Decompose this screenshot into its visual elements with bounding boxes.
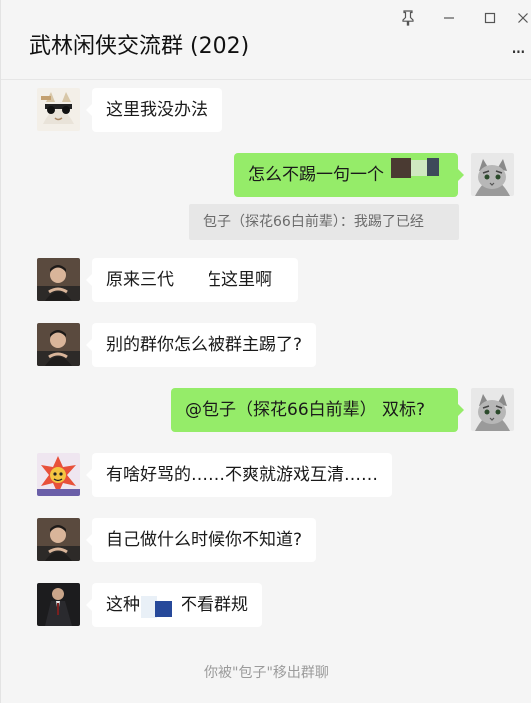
message-text-tail: 在这里啊 bbox=[204, 270, 272, 290]
message-bubble[interactable]: 有啥好骂的……不爽就游戏互清…… bbox=[86, 453, 392, 497]
message-text: 原来三代 bbox=[106, 270, 174, 290]
avatar-man[interactable] bbox=[37, 258, 80, 301]
pin-icon[interactable] bbox=[398, 8, 418, 28]
message-bubble[interactable]: 这里我没办法 bbox=[86, 88, 222, 132]
redacted-mosaic bbox=[391, 158, 411, 178]
message-text-tail: 不看群规 bbox=[180, 595, 248, 615]
quoted-message[interactable]: 包子（探花66白前辈）：我踢了已经 bbox=[189, 204, 459, 240]
minimize-icon[interactable] bbox=[439, 8, 459, 28]
avatar-cat-self[interactable] bbox=[471, 388, 514, 431]
message-bubble[interactable]: 别的群你怎么被群主踢了? bbox=[85, 323, 317, 367]
group-title: 武林闲侠交流群 (202) bbox=[29, 34, 250, 59]
chat-header: 武林闲侠交流群 (202) ··· bbox=[1, 0, 531, 80]
avatar-cat-self[interactable] bbox=[471, 153, 514, 196]
redacted-mosaic bbox=[155, 601, 172, 617]
message-text: 这种 bbox=[106, 595, 140, 615]
redacted-mosaic bbox=[177, 266, 209, 294]
redacted-mosaic bbox=[427, 158, 439, 176]
avatar-cartoon[interactable] bbox=[37, 453, 80, 496]
avatar-man[interactable] bbox=[37, 323, 80, 366]
message-bubble[interactable]: 自己做什么时候你不知道? bbox=[85, 518, 317, 562]
avatar-cat-sunglasses[interactable] bbox=[37, 88, 80, 131]
redacted-mosaic bbox=[172, 596, 182, 618]
system-notice: 你被"包子"移出群聊 bbox=[204, 665, 329, 681]
more-icon[interactable]: ··· bbox=[511, 40, 526, 64]
message-bubble-outgoing[interactable]: @包子（探花66白前辈） 双标? bbox=[171, 388, 464, 432]
avatar-suit[interactable] bbox=[37, 583, 80, 626]
message-text: 怎么不踢一句一个 bbox=[248, 165, 384, 185]
chat-window: 武林闲侠交流群 (202) ··· 这里我没办法 怎么不踢一句一个 包子（探花6… bbox=[0, 0, 531, 703]
avatar-man[interactable] bbox=[37, 518, 80, 561]
maximize-icon[interactable] bbox=[480, 8, 500, 28]
close-icon[interactable] bbox=[513, 8, 531, 28]
